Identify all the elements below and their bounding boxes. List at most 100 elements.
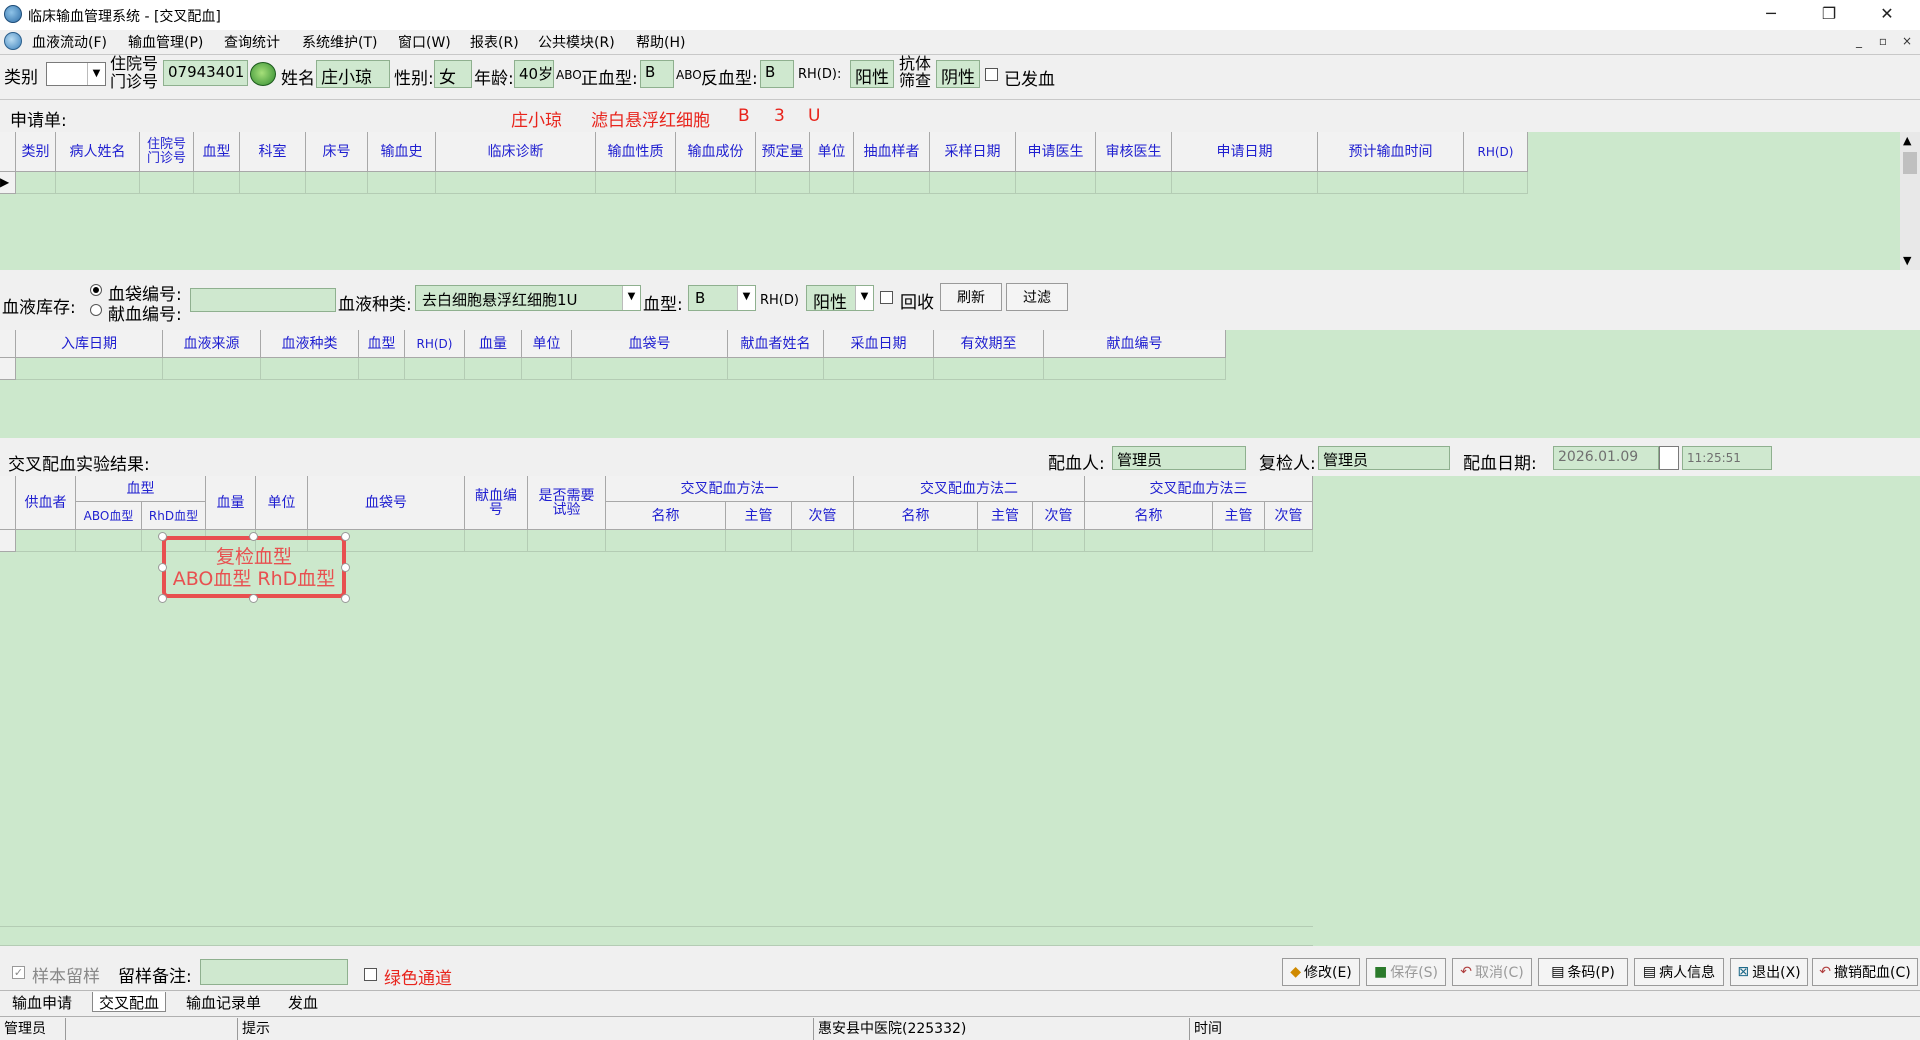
crossmatch-cell[interactable]: [1213, 530, 1265, 552]
cancel-button[interactable]: ↶ 取消(C): [1452, 958, 1532, 986]
cm-col-method3-minor[interactable]: 次管: [1265, 502, 1313, 530]
tab-issue-blood[interactable]: 发血: [282, 992, 324, 1012]
crossmatch-cell[interactable]: [16, 530, 76, 552]
cm-col-method2-name[interactable]: 名称: [854, 502, 978, 530]
stock-cell[interactable]: [1044, 358, 1226, 380]
crossmatch-cell[interactable]: [792, 530, 854, 552]
save-button[interactable]: ■ 保存(S): [1366, 958, 1446, 986]
date-picker-icon[interactable]: [1659, 446, 1679, 470]
stock-cell[interactable]: [261, 358, 359, 380]
abo-pos-field[interactable]: B: [640, 60, 674, 88]
crossmatch-cell[interactable]: [465, 530, 528, 552]
crossmatch-cell[interactable]: [606, 530, 726, 552]
menu-public-module[interactable]: 公共模块(R): [538, 32, 615, 52]
filter-button[interactable]: 过滤: [1006, 283, 1068, 311]
category-select[interactable]: ▼: [46, 62, 106, 86]
age-field[interactable]: 40岁: [514, 60, 554, 88]
barcode-button[interactable]: ▤ 条码(P): [1538, 958, 1628, 986]
request-col-hosp-no[interactable]: 住院号 门诊号: [140, 132, 194, 172]
cm-col-method1-main[interactable]: 主管: [726, 502, 792, 530]
request-col-request-date[interactable]: 申请日期: [1172, 132, 1318, 172]
menu-window[interactable]: 窗口(W): [398, 32, 451, 52]
crossmatch-cell[interactable]: [528, 530, 606, 552]
menu-query-stats[interactable]: 查询统计: [224, 32, 280, 52]
request-col-sampler[interactable]: 抽血样者: [854, 132, 930, 172]
sample-keep-checkbox[interactable]: ✓: [12, 966, 25, 979]
crossmatch-cell[interactable]: [1085, 530, 1213, 552]
stock-col-in-date[interactable]: 入库日期: [16, 330, 163, 358]
crossmatch-cell[interactable]: [1265, 530, 1313, 552]
stock-col-collect-date[interactable]: 采血日期: [824, 330, 934, 358]
request-cell[interactable]: [676, 172, 756, 194]
blood-product-select[interactable]: 去白细胞悬浮红细胞1U ▼: [415, 285, 641, 311]
stock-col-expiry[interactable]: 有效期至: [934, 330, 1044, 358]
request-cell[interactable]: [1318, 172, 1464, 194]
stock-cell[interactable]: [163, 358, 261, 380]
cm-col-method3-name[interactable]: 名称: [1085, 502, 1213, 530]
current-row-indicator-icon[interactable]: ▶: [0, 172, 16, 194]
lookup-patient-icon[interactable]: [250, 62, 276, 86]
match-time-field[interactable]: 11:25:51: [1682, 446, 1772, 470]
crossmatch-cell[interactable]: [1033, 530, 1085, 552]
stock-cell[interactable]: [572, 358, 728, 380]
cm-col-method1[interactable]: 交叉配血方法一: [606, 476, 854, 502]
stock-row-indicator[interactable]: [0, 358, 16, 380]
cm-col-method1-name[interactable]: 名称: [606, 502, 726, 530]
request-cell[interactable]: [140, 172, 194, 194]
request-col-diagnosis[interactable]: 临床诊断: [436, 132, 596, 172]
stock-cell[interactable]: [522, 358, 572, 380]
sex-field[interactable]: 女: [434, 60, 472, 88]
edit-button[interactable]: ◆ 修改(E): [1282, 958, 1360, 986]
stock-col-bag-no[interactable]: 血袋号: [572, 330, 728, 358]
request-col-dept[interactable]: 科室: [240, 132, 306, 172]
menu-help[interactable]: 帮助(H): [636, 32, 685, 52]
stock-abo-select[interactable]: B ▼: [688, 285, 756, 311]
cm-col-rhd[interactable]: RhD血型: [142, 502, 206, 530]
request-cell[interactable]: [810, 172, 854, 194]
green-channel-checkbox[interactable]: [364, 968, 377, 981]
stock-cell[interactable]: [16, 358, 163, 380]
match-date-field[interactable]: 2026.01.09: [1553, 446, 1659, 470]
checker-field[interactable]: 管理员: [1318, 446, 1450, 470]
resize-handle[interactable]: [249, 594, 258, 603]
request-col-expected-time[interactable]: 预计输血时间: [1318, 132, 1464, 172]
request-cell[interactable]: [56, 172, 140, 194]
crossmatch-row-indicator[interactable]: [0, 530, 16, 552]
exit-button[interactable]: ⊠ 退出(X): [1730, 958, 1808, 986]
abo-rev-field[interactable]: B: [760, 60, 794, 88]
request-col-sample-date[interactable]: 采样日期: [930, 132, 1016, 172]
stock-rhd-select[interactable]: 阳性 ▼: [806, 285, 874, 313]
request-col-category[interactable]: 类别: [16, 132, 56, 172]
request-col-planned-qty[interactable]: 预定量: [756, 132, 810, 172]
patient-info-button[interactable]: ▤ 病人信息: [1634, 958, 1724, 986]
request-cell[interactable]: [854, 172, 930, 194]
cm-col-donor[interactable]: 供血者: [16, 476, 76, 530]
stock-cell[interactable]: [934, 358, 1044, 380]
recycle-checkbox[interactable]: [880, 291, 893, 304]
request-cell[interactable]: [240, 172, 306, 194]
menu-blood-flow[interactable]: 血液流动(F): [32, 32, 107, 52]
request-col-history[interactable]: 输血史: [368, 132, 436, 172]
antibody-field[interactable]: 阴性: [936, 60, 980, 88]
cm-col-method3[interactable]: 交叉配血方法三: [1085, 476, 1313, 502]
request-col-review-doctor[interactable]: 审核医生: [1096, 132, 1172, 172]
cm-col-method2-main[interactable]: 主管: [978, 502, 1033, 530]
chevron-down-icon[interactable]: ▼: [87, 63, 105, 85]
resize-handle[interactable]: [158, 563, 167, 572]
request-cell[interactable]: [756, 172, 810, 194]
crossmatch-cell[interactable]: [726, 530, 792, 552]
request-col-nature[interactable]: 输血性质: [596, 132, 676, 172]
stock-col-donor-no[interactable]: 献血编号: [1044, 330, 1226, 358]
tab-transfusion-record[interactable]: 输血记录单: [180, 992, 267, 1012]
stock-cell[interactable]: [824, 358, 934, 380]
stock-col-source[interactable]: 血液来源: [163, 330, 261, 358]
cm-col-bloodtype[interactable]: 血型: [76, 476, 206, 502]
chevron-down-icon[interactable]: ▼: [855, 286, 873, 310]
resize-handle[interactable]: [341, 563, 350, 572]
scroll-thumb[interactable]: [1903, 152, 1917, 174]
resize-handle[interactable]: [341, 594, 350, 603]
cm-col-method1-minor[interactable]: 次管: [792, 502, 854, 530]
tab-crossmatch[interactable]: 交叉配血: [92, 992, 167, 1012]
stock-col-volume[interactable]: 血量: [465, 330, 522, 358]
stock-col-abo[interactable]: 血型: [359, 330, 405, 358]
